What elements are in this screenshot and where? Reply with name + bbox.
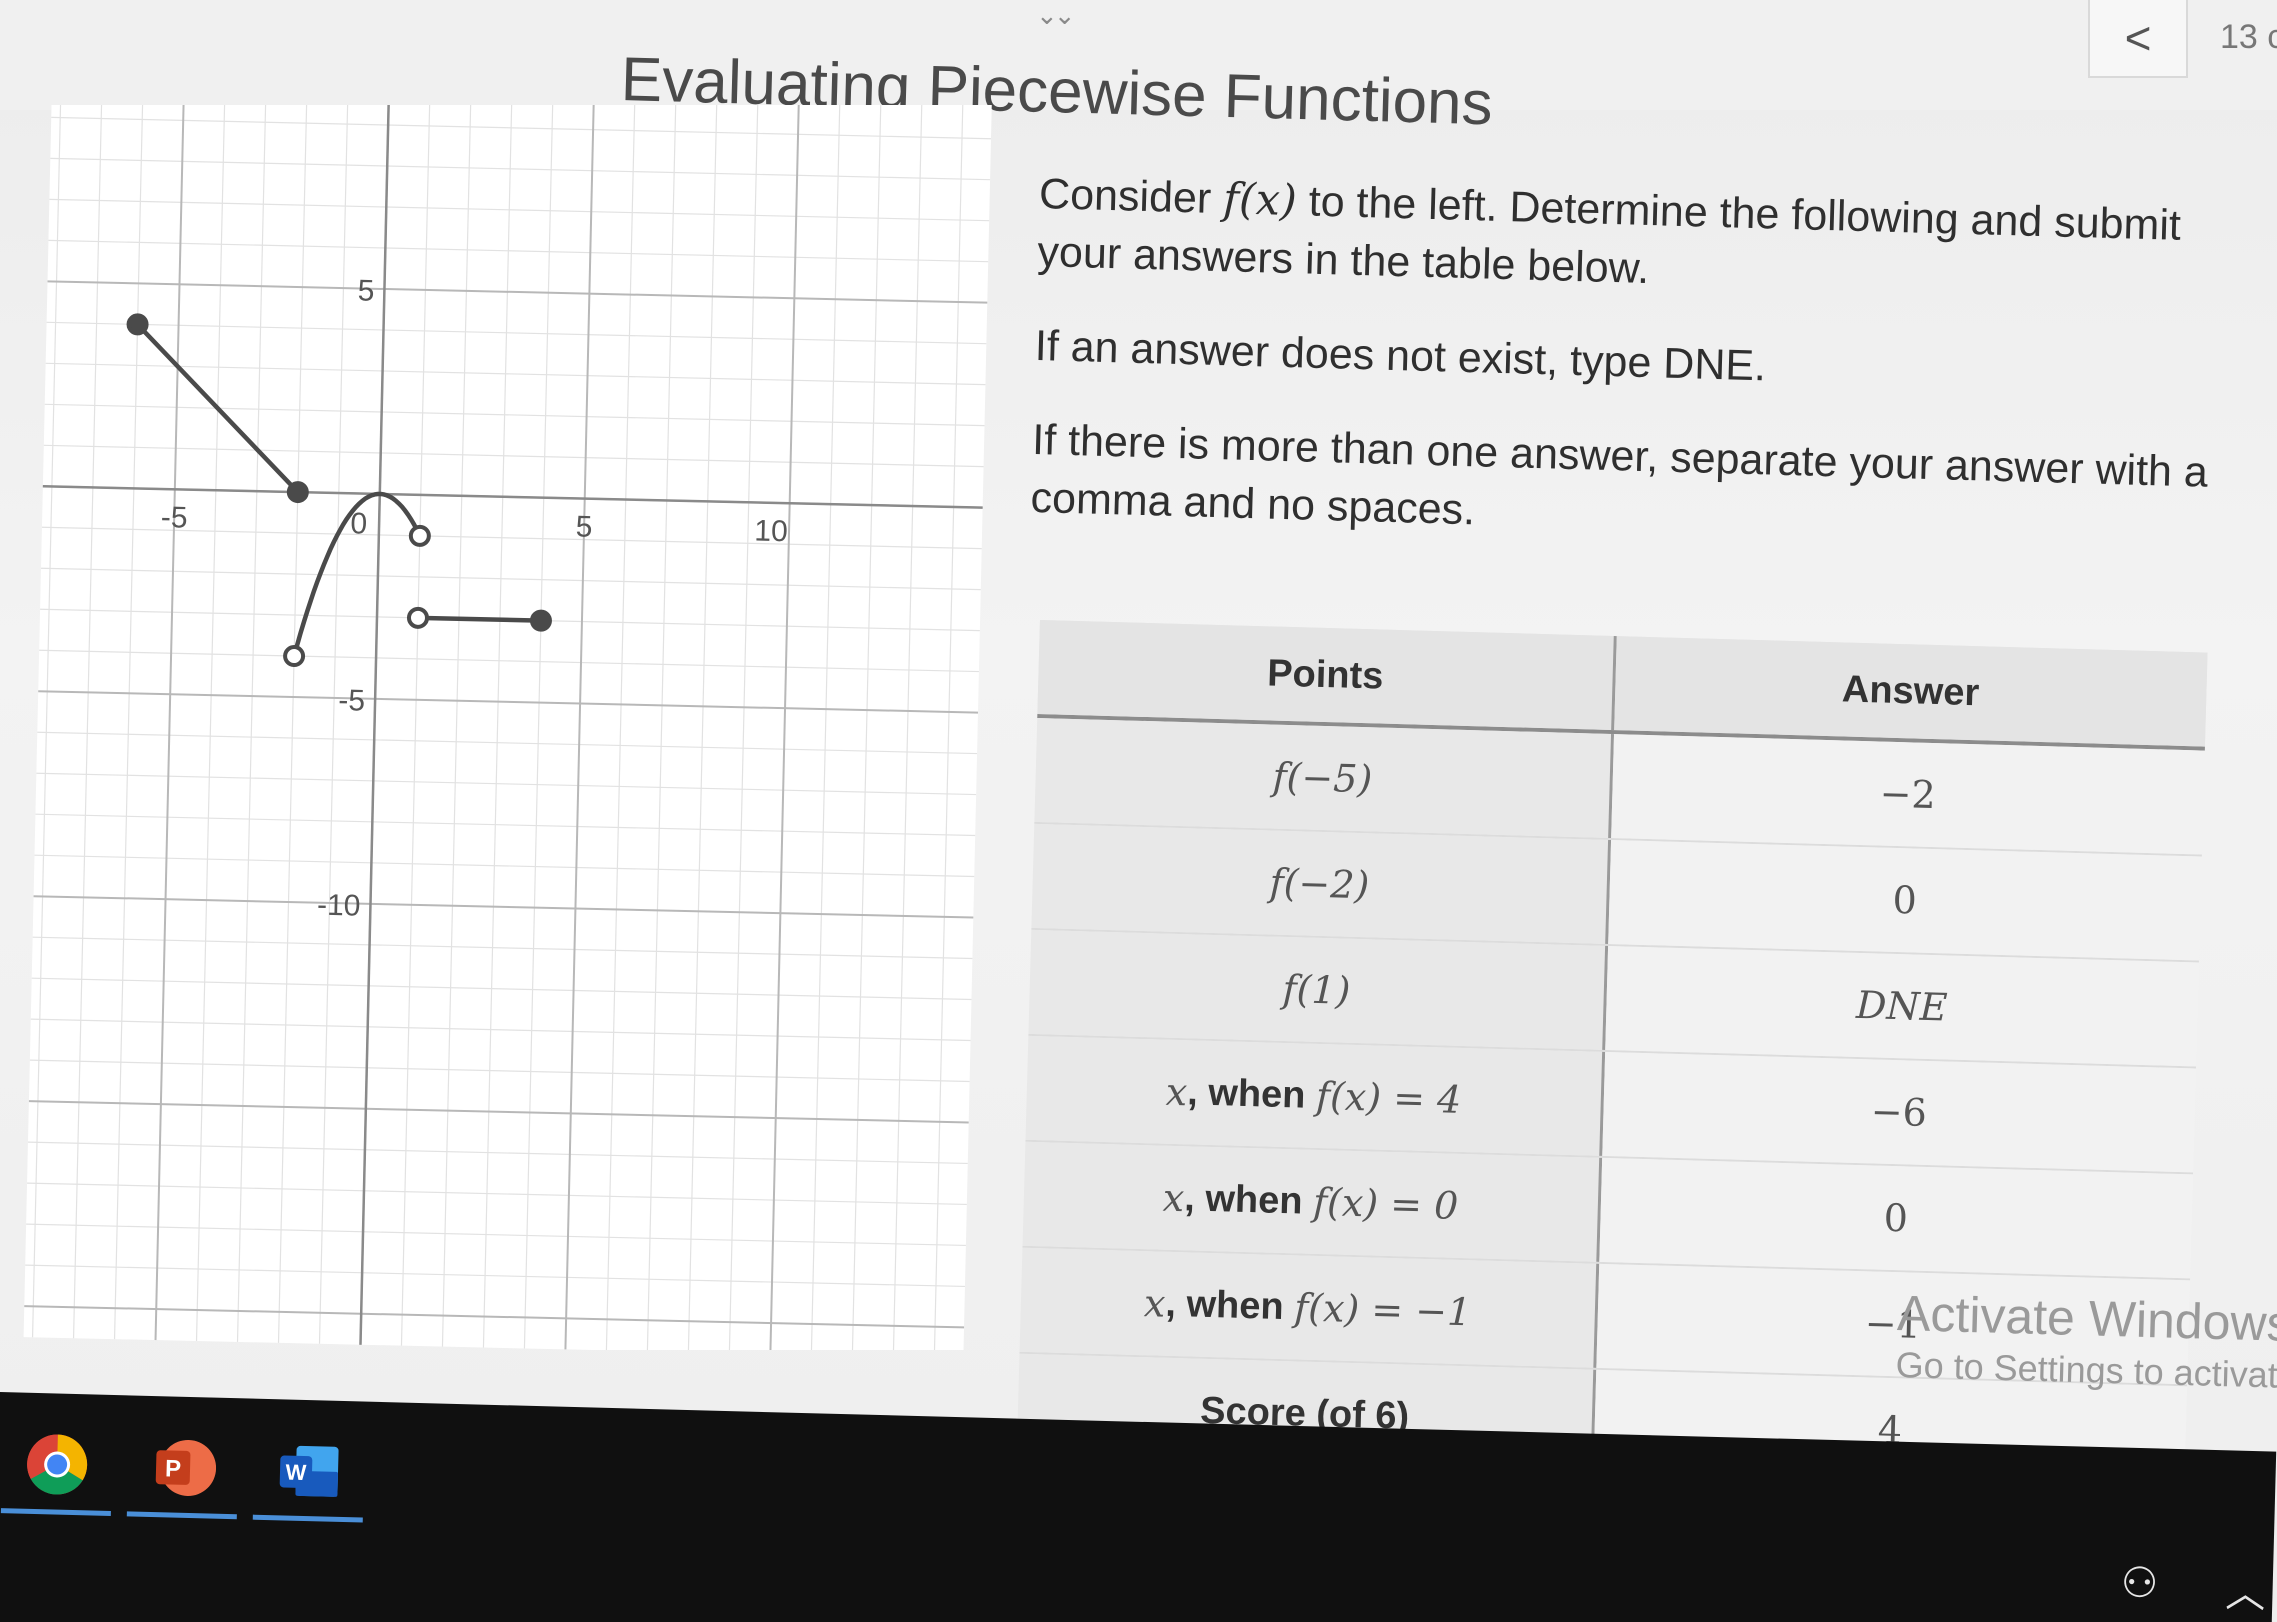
- point-expression: f(x) = 0: [1312, 1179, 1459, 1228]
- chevron-left-icon: <: [2124, 12, 2152, 64]
- point-expression: f(1): [1281, 966, 1352, 1013]
- when-text: , when: [1164, 1282, 1295, 1328]
- point-expression: f(−5): [1271, 754, 1373, 802]
- answer-cell[interactable]: 0: [1598, 1157, 2193, 1279]
- instruction-3: If there is more than one answer, separa…: [1030, 415, 2209, 535]
- tick-label: -5: [160, 501, 187, 535]
- point-expression: f(−2): [1269, 860, 1370, 908]
- page-counter: 13 c: [2220, 18, 2277, 56]
- closed-endpoint: [286, 481, 309, 504]
- answer-cell[interactable]: −6: [1601, 1051, 2196, 1173]
- points-cell: x, when f(x) = 0: [1022, 1141, 1602, 1262]
- answer-value: 0: [1892, 877, 1918, 923]
- word-taskbar-button[interactable]: W: [252, 1424, 366, 1523]
- svg-text:P: P: [165, 1455, 182, 1482]
- open-endpoint: [406, 606, 429, 629]
- point-expression: f(x) = −1: [1293, 1285, 1472, 1335]
- answer-value: 0: [1883, 1195, 1909, 1241]
- powerpoint-taskbar-button[interactable]: P: [126, 1421, 240, 1520]
- people-icon[interactable]: ⚇: [2120, 1558, 2159, 1608]
- piecewise-graph: -5510105-5-100: [23, 105, 992, 1350]
- tick-label: -10: [317, 889, 361, 923]
- word-icon: W: [279, 1445, 339, 1497]
- header-answer: Answer: [1613, 636, 2208, 747]
- nav-back-button[interactable]: <: [2088, 0, 2188, 78]
- points-cell: f(−2): [1031, 823, 1611, 944]
- chevron-up-icon[interactable]: ︿: [2225, 1560, 2267, 1619]
- point-expression: f(x) = 4: [1315, 1073, 1462, 1122]
- points-cell: x, when f(x) = −1: [1019, 1247, 1599, 1368]
- instruction-2: If an answer does not exist, type DNE.: [1034, 321, 1767, 391]
- variable-x: x: [1165, 1069, 1188, 1115]
- variable-x: x: [1162, 1175, 1185, 1221]
- chrome-taskbar-button[interactable]: [0, 1418, 114, 1516]
- instruction-1: Consider f(x) to the left. Determine the…: [1036, 169, 2182, 294]
- points-cell: f(1): [1028, 929, 1608, 1050]
- variable-x: x: [1143, 1281, 1167, 1326]
- open-endpoint: [283, 645, 306, 668]
- tick-label: 10: [754, 514, 788, 548]
- points-cell: f(−5): [1034, 717, 1614, 839]
- svg-text:W: W: [285, 1460, 307, 1486]
- closed-endpoint: [126, 313, 149, 336]
- open-endpoint: [408, 524, 431, 547]
- when-text: , when: [1186, 1070, 1317, 1117]
- chrome-icon: [27, 1434, 88, 1495]
- screen: ⌄⌄ < 13 c Evaluating Piecewise Functions…: [0, 0, 2277, 1622]
- answer-cell[interactable]: −2: [1610, 734, 2205, 855]
- answer-value: −2: [1879, 771, 1937, 818]
- answer-cell[interactable]: DNE: [1604, 945, 2199, 1067]
- tick-label: -5: [338, 684, 365, 718]
- instructions: Consider f(x) to the left. Determine the…: [1029, 165, 2220, 596]
- header-points: Points: [1037, 620, 1617, 731]
- activate-windows-watermark: Activate Windows Go to Settings to activ…: [1895, 1283, 2277, 1398]
- points-cell: x, when f(x) = 4: [1025, 1035, 1605, 1156]
- tick-label: 5: [357, 274, 374, 307]
- function-label: f(x): [1222, 174, 1298, 227]
- closed-endpoint: [529, 609, 552, 632]
- watermark-line1: Activate Windows: [1896, 1284, 2277, 1352]
- tick-label: 5: [575, 510, 592, 543]
- answer-value: −6: [1870, 1089, 1928, 1135]
- collapse-icon[interactable]: ⌄⌄: [1036, 0, 1076, 31]
- when-text: , when: [1183, 1176, 1314, 1223]
- powerpoint-icon: P: [155, 1439, 217, 1496]
- segment-line: [417, 615, 542, 623]
- answer-value: DNE: [1855, 982, 1949, 1030]
- answer-cell[interactable]: 0: [1607, 840, 2202, 961]
